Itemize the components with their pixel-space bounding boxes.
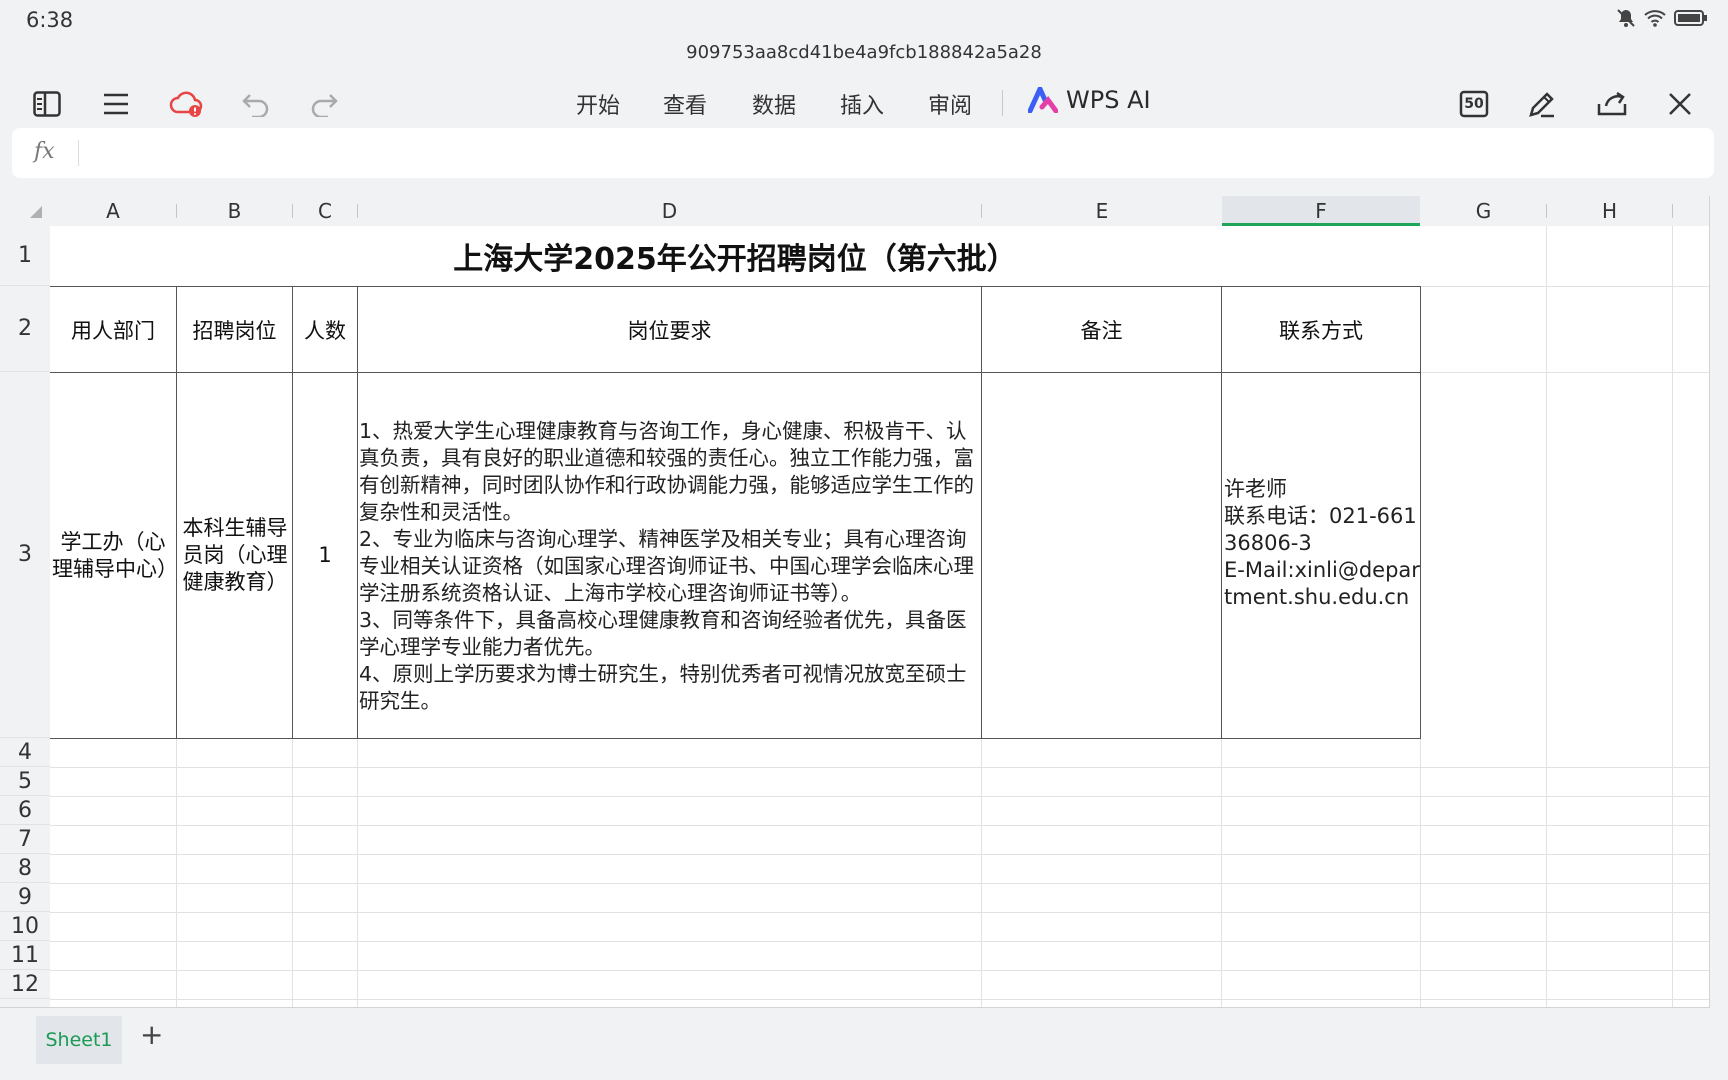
column-header-a[interactable]: A: [50, 196, 176, 226]
menu-insert[interactable]: 插入: [840, 88, 884, 120]
gridline: [981, 738, 982, 1007]
gridline: [50, 883, 1709, 884]
header-count[interactable]: 人数: [293, 287, 357, 372]
header-department[interactable]: 用人部门: [50, 287, 176, 372]
row-header-12[interactable]: 12: [0, 970, 50, 999]
menu-divider: [1002, 90, 1003, 116]
status-icons: [1616, 8, 1708, 28]
wps-ai-icon: [1028, 87, 1058, 113]
column-header-b[interactable]: B: [177, 196, 292, 226]
wps-ai-button[interactable]: WPS AI: [1028, 86, 1151, 114]
status-time: 6:38: [26, 8, 74, 32]
gridline: [1672, 226, 1673, 1007]
gridline: [50, 999, 1709, 1000]
column-header-g[interactable]: G: [1421, 196, 1546, 226]
gridline: [50, 912, 1709, 913]
row-header-5[interactable]: 5: [0, 767, 50, 796]
cell-count[interactable]: 1: [293, 373, 357, 738]
table-border: [50, 738, 1421, 739]
page-count-icon[interactable]: 50: [1454, 84, 1494, 124]
undo-icon[interactable]: [236, 84, 276, 124]
gridline: [176, 738, 177, 1007]
gridline: [357, 738, 358, 1007]
row-header-8[interactable]: 8: [0, 854, 50, 883]
column-header-bar: A B C D E F G H: [0, 196, 1709, 226]
gridline: [50, 941, 1709, 942]
gridline: [1421, 372, 1709, 373]
sheet-tab-bar: Sheet1 +: [0, 1008, 1728, 1080]
column-header-d[interactable]: D: [358, 196, 981, 226]
formula-divider: [78, 140, 79, 166]
gridline: [292, 738, 293, 1007]
wifi-icon: [1644, 10, 1666, 27]
toolbar: 开始 查看 数据 插入 审阅 WPS AI 50: [0, 80, 1728, 126]
row-header-9[interactable]: 9: [0, 883, 50, 912]
gridline: [50, 767, 1709, 768]
menu-icon[interactable]: [96, 84, 136, 124]
menu-start[interactable]: 开始: [576, 88, 620, 120]
cell-contact[interactable]: 许老师 联系电话：021-66136806-3 E-Mail:xinli@dep…: [1224, 476, 1420, 611]
header-requirements[interactable]: 岗位要求: [358, 287, 981, 372]
redo-icon[interactable]: [304, 84, 344, 124]
row-header-4[interactable]: 4: [0, 738, 50, 767]
gridline: [50, 796, 1709, 797]
row-header-11[interactable]: 11: [0, 941, 50, 970]
column-header-f[interactable]: F: [1222, 196, 1420, 226]
gridline: [1546, 226, 1547, 1007]
row-header-3[interactable]: 3: [0, 372, 50, 738]
cell-remarks[interactable]: [982, 373, 1221, 738]
sidebar-toggle-icon[interactable]: [27, 84, 67, 124]
select-all-corner[interactable]: [30, 206, 42, 218]
gridline: [1420, 738, 1421, 1007]
row-header-2[interactable]: 2: [0, 286, 50, 372]
tab-sheet1[interactable]: Sheet1: [36, 1016, 122, 1064]
edit-pen-icon[interactable]: [1522, 84, 1562, 124]
page-count-label: 50: [1464, 96, 1484, 112]
header-contact[interactable]: 联系方式: [1222, 287, 1420, 372]
cell-requirements[interactable]: 1、热爱大学生心理健康教育与咨询工作，身心健康、积极肯干、认真负责，具有良好的职…: [359, 418, 981, 715]
document-title: 909753aa8cd41be4a9fcb188842a5a28: [686, 42, 1042, 63]
status-bar: 6:38: [0, 0, 1728, 40]
gridline: [50, 970, 1709, 971]
table-border: [1420, 286, 1421, 738]
header-position[interactable]: 招聘岗位: [177, 287, 292, 372]
cell-department[interactable]: 学工办（心理辅导中心）: [52, 373, 178, 738]
row-header-10[interactable]: 10: [0, 912, 50, 941]
gridline: [50, 825, 1709, 826]
column-divider: [1672, 204, 1673, 218]
row-header-13[interactable]: [0, 999, 50, 1007]
row-header-1[interactable]: 1: [0, 226, 50, 286]
sheet-title-cell[interactable]: 上海大学2025年公开招聘岗位（第六批）: [50, 226, 1420, 286]
menu-view[interactable]: 查看: [663, 88, 707, 120]
row-header-6[interactable]: 6: [0, 796, 50, 825]
gridline: [50, 854, 1709, 855]
add-sheet-button[interactable]: +: [140, 1018, 163, 1051]
column-header-h[interactable]: H: [1547, 196, 1672, 226]
menu-review[interactable]: 审阅: [928, 88, 972, 120]
share-icon[interactable]: [1592, 84, 1632, 124]
gridline: [1221, 738, 1222, 1007]
header-remarks[interactable]: 备注: [982, 287, 1221, 372]
close-icon[interactable]: [1660, 84, 1700, 124]
formula-bar[interactable]: fx: [12, 128, 1714, 178]
cloud-sync-warning-icon[interactable]: [166, 84, 206, 124]
column-header-c[interactable]: C: [293, 196, 357, 226]
mute-icon: [1617, 9, 1635, 27]
cell-position[interactable]: 本科生辅导员岗（心理健康教育）: [178, 373, 292, 738]
gridline: [1421, 286, 1709, 287]
row-header-7[interactable]: 7: [0, 825, 50, 854]
spreadsheet-grid[interactable]: A B C D E F G H 1 2 3 4 5 6 7 8 9 10 11 …: [0, 196, 1710, 1008]
wps-ai-label: WPS AI: [1066, 86, 1151, 114]
column-header-e[interactable]: E: [982, 196, 1222, 226]
battery-icon: [1674, 10, 1707, 26]
fx-icon: fx: [34, 139, 55, 164]
menu-data[interactable]: 数据: [752, 88, 796, 120]
